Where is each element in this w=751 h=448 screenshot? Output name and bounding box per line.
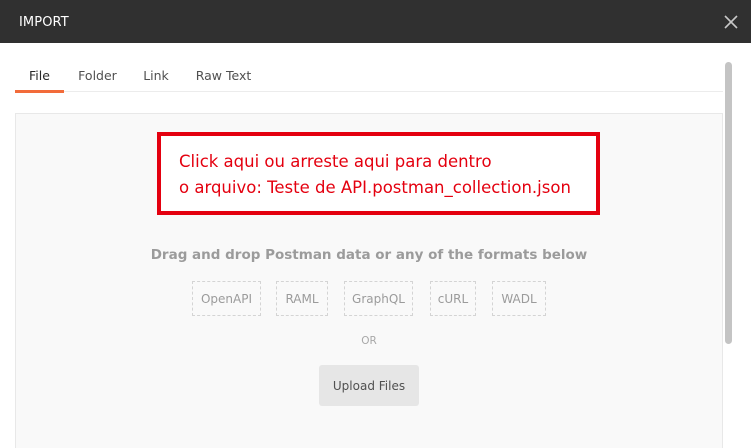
format-curl: cURL: [430, 281, 476, 316]
tab-link-label: Link: [143, 68, 169, 83]
dialog-edge: [735, 43, 751, 448]
format-openapi: OpenAPI: [192, 281, 261, 316]
tab-file[interactable]: File: [15, 68, 64, 93]
annotation-line-2: o arquivo: Teste de API.postman_collecti…: [179, 178, 571, 197]
drop-hint-text: Drag and drop Postman data or any of the…: [150, 247, 588, 263]
dialog-header: IMPORT: [0, 0, 751, 43]
tab-raw-text-label: Raw Text: [195, 68, 252, 83]
format-graphql: GraphQL: [344, 281, 413, 316]
close-icon[interactable]: [720, 11, 742, 33]
tab-folder-label: Folder: [78, 68, 117, 83]
dialog-title: IMPORT: [19, 15, 69, 30]
format-raml: RAML: [276, 281, 328, 316]
tab-file-label: File: [29, 68, 50, 83]
tab-folder[interactable]: Folder: [75, 68, 120, 92]
instruction-annotation: Click aqui ou arreste aqui para dentro o…: [157, 132, 600, 215]
upload-files-button[interactable]: Upload Files: [319, 365, 419, 406]
tab-raw-text[interactable]: Raw Text: [195, 68, 252, 92]
or-separator: OR: [361, 335, 377, 347]
annotation-line-1: Click aqui ou arreste aqui para dentro: [179, 152, 492, 171]
scrollbar-thumb[interactable]: [725, 62, 732, 344]
format-wadl: WADL: [492, 281, 546, 316]
import-dialog: IMPORT File Folder Link Raw Text Click a…: [0, 0, 751, 448]
import-tabs: File Folder Link Raw Text: [15, 60, 723, 93]
tab-link[interactable]: Link: [141, 68, 171, 92]
active-tab-indicator: [15, 90, 64, 93]
